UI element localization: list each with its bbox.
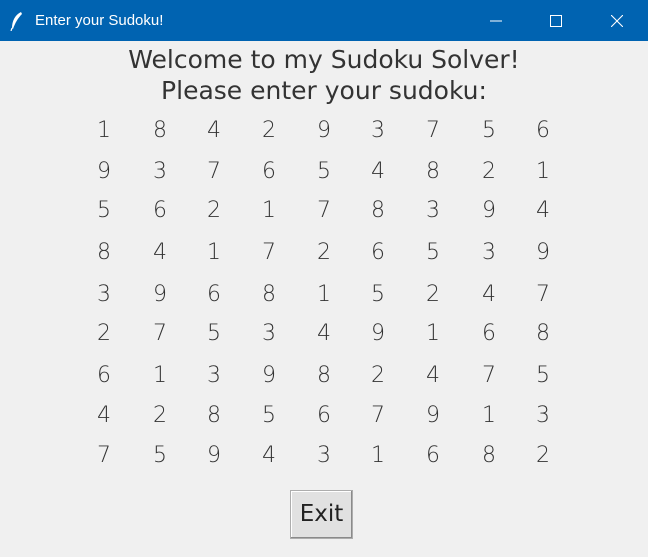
sudoku-cell[interactable]: 1 (84, 116, 124, 146)
sudoku-cell[interactable]: 7 (523, 280, 563, 310)
sudoku-cell[interactable]: 8 (523, 319, 563, 349)
sudoku-cell[interactable]: 5 (523, 361, 563, 391)
sudoku-cell[interactable]: 4 (523, 196, 563, 226)
sudoku-cell[interactable]: 6 (523, 116, 563, 146)
sudoku-cell[interactable]: 4 (140, 238, 180, 268)
sudoku-cell[interactable]: 8 (140, 116, 180, 146)
sudoku-cell[interactable]: 9 (140, 280, 180, 310)
sudoku-cell[interactable]: 3 (413, 196, 453, 226)
window-title: Enter your Sudoku! (35, 12, 164, 29)
sudoku-cell[interactable]: 4 (84, 401, 124, 431)
feather-icon (9, 11, 25, 32)
sudoku-cell[interactable]: 3 (140, 157, 180, 187)
sudoku-cell[interactable]: 8 (249, 280, 289, 310)
maximize-icon (550, 15, 562, 27)
minimize-button[interactable] (473, 0, 519, 41)
sudoku-cell[interactable]: 6 (249, 157, 289, 187)
sudoku-cell[interactable]: 7 (140, 319, 180, 349)
sudoku-cell[interactable]: 4 (413, 361, 453, 391)
sudoku-cell[interactable]: 4 (469, 280, 509, 310)
sudoku-cell[interactable]: 2 (413, 280, 453, 310)
sudoku-cell[interactable]: 7 (304, 196, 344, 226)
sudoku-cell[interactable]: 7 (84, 441, 124, 471)
sudoku-cell[interactable]: 7 (249, 238, 289, 268)
sudoku-cell[interactable]: 3 (249, 319, 289, 349)
sudoku-cell[interactable]: 8 (469, 441, 509, 471)
sudoku-cell[interactable]: 6 (140, 196, 180, 226)
sudoku-cell[interactable]: 8 (413, 157, 453, 187)
sudoku-cell[interactable]: 1 (358, 441, 398, 471)
sudoku-cell[interactable]: 4 (304, 319, 344, 349)
minimize-icon (490, 20, 502, 22)
sudoku-cell[interactable]: 5 (358, 280, 398, 310)
sudoku-cell[interactable]: 9 (523, 238, 563, 268)
sudoku-cell[interactable]: 5 (84, 196, 124, 226)
sudoku-cell[interactable]: 4 (194, 116, 234, 146)
sudoku-cell[interactable]: 2 (358, 361, 398, 391)
sudoku-cell[interactable]: 2 (140, 401, 180, 431)
sudoku-cell[interactable]: 4 (249, 441, 289, 471)
sudoku-cell[interactable]: 2 (194, 196, 234, 226)
sudoku-cell[interactable]: 6 (413, 441, 453, 471)
sudoku-cell[interactable]: 5 (413, 238, 453, 268)
maximize-button[interactable] (533, 0, 579, 41)
instruction-heading: Please enter your sudoku: (161, 76, 487, 105)
sudoku-cell[interactable]: 1 (413, 319, 453, 349)
sudoku-cell[interactable]: 3 (304, 441, 344, 471)
sudoku-cell[interactable]: 8 (304, 361, 344, 391)
close-button[interactable] (594, 0, 640, 41)
sudoku-cell[interactable]: 9 (84, 157, 124, 187)
sudoku-cell[interactable]: 1 (523, 157, 563, 187)
sudoku-cell[interactable]: 6 (194, 280, 234, 310)
sudoku-cell[interactable]: 2 (469, 157, 509, 187)
sudoku-cell[interactable]: 7 (469, 361, 509, 391)
sudoku-cell[interactable]: 6 (304, 401, 344, 431)
sudoku-cell[interactable]: 5 (304, 157, 344, 187)
sudoku-cell[interactable]: 1 (140, 361, 180, 391)
sudoku-cell[interactable]: 2 (523, 441, 563, 471)
sudoku-cell[interactable]: 9 (304, 116, 344, 146)
sudoku-cell[interactable]: 2 (249, 116, 289, 146)
sudoku-cell[interactable]: 3 (358, 116, 398, 146)
title-bar[interactable]: Enter your Sudoku! (0, 0, 648, 41)
sudoku-cell[interactable]: 3 (84, 280, 124, 310)
sudoku-cell[interactable]: 5 (140, 441, 180, 471)
sudoku-cell[interactable]: 9 (469, 196, 509, 226)
close-icon (611, 15, 623, 27)
sudoku-cell[interactable]: 6 (469, 319, 509, 349)
sudoku-cell[interactable]: 1 (194, 238, 234, 268)
sudoku-cell[interactable]: 5 (469, 116, 509, 146)
sudoku-cell[interactable]: 6 (358, 238, 398, 268)
sudoku-cell[interactable]: 9 (413, 401, 453, 431)
sudoku-cell[interactable]: 3 (194, 361, 234, 391)
sudoku-cell[interactable]: 2 (84, 319, 124, 349)
sudoku-cell[interactable]: 1 (469, 401, 509, 431)
exit-button[interactable]: Exit (290, 490, 353, 539)
sudoku-cell[interactable]: 1 (304, 280, 344, 310)
sudoku-cell[interactable]: 7 (358, 401, 398, 431)
sudoku-cell[interactable]: 9 (194, 441, 234, 471)
sudoku-cell[interactable]: 7 (413, 116, 453, 146)
sudoku-cell[interactable]: 7 (194, 157, 234, 187)
sudoku-cell[interactable]: 1 (249, 196, 289, 226)
sudoku-cell[interactable]: 8 (194, 401, 234, 431)
sudoku-cell[interactable]: 9 (249, 361, 289, 391)
sudoku-cell[interactable]: 5 (194, 319, 234, 349)
sudoku-cell[interactable]: 2 (304, 238, 344, 268)
sudoku-cell[interactable]: 5 (249, 401, 289, 431)
sudoku-cell[interactable]: 9 (358, 319, 398, 349)
sudoku-cell[interactable]: 3 (523, 401, 563, 431)
sudoku-cell[interactable]: 8 (358, 196, 398, 226)
welcome-heading: Welcome to my Sudoku Solver! (128, 45, 520, 74)
sudoku-cell[interactable]: 3 (469, 238, 509, 268)
sudoku-cell[interactable]: 8 (84, 238, 124, 268)
sudoku-cell[interactable]: 4 (358, 157, 398, 187)
sudoku-cell[interactable]: 6 (84, 361, 124, 391)
